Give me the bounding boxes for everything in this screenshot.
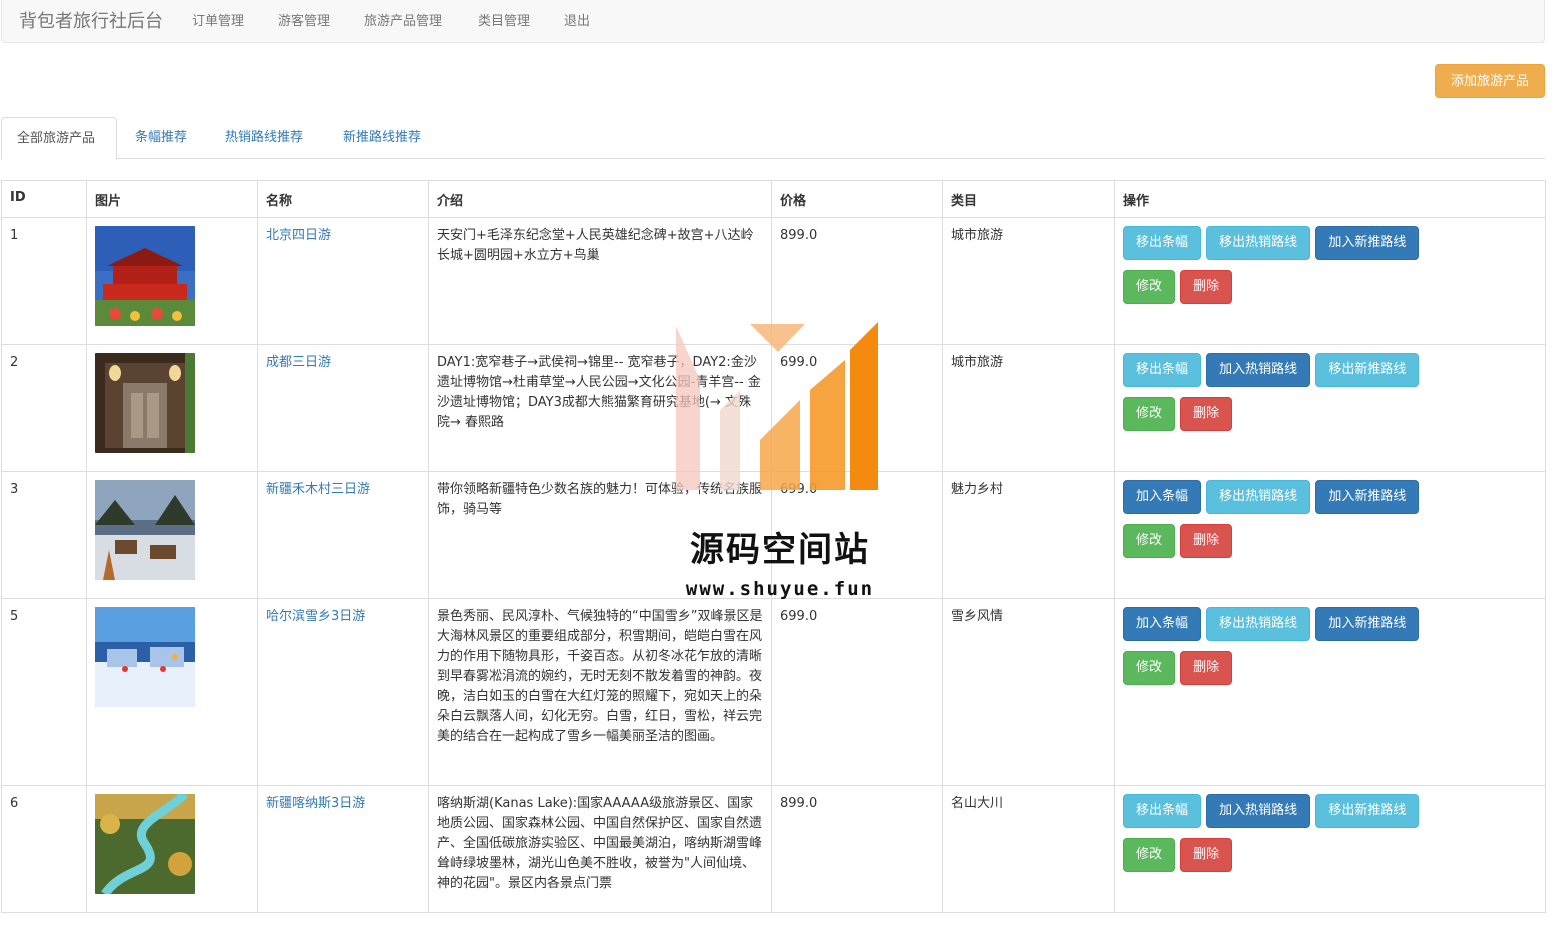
tab-new-routes[interactable]: 新推路线推荐 (328, 117, 436, 159)
cell-price: 899.0 (771, 785, 943, 913)
cell-image (86, 344, 258, 472)
remove-hot-route-button[interactable]: 移出热销路线 (1206, 607, 1311, 641)
table-row: 6 新疆喀纳斯3日游 喀纳斯湖(Kanas Lake):国家AAAAA级旅游景区… (1, 785, 1546, 913)
cell-id: 1 (1, 217, 87, 345)
remove-new-route-button[interactable]: 移出新推路线 (1315, 353, 1420, 387)
product-name-link[interactable]: 北京四日游 (266, 228, 331, 243)
cell-intro: 喀纳斯湖(Kanas Lake):国家AAAAA级旅游景区、国家地质公园、国家森… (428, 785, 772, 913)
nav-item-products[interactable]: 旅游产品管理 (364, 10, 442, 29)
nav-item-logout[interactable]: 退出 (564, 10, 590, 29)
table-header-row: ID 图片 名称 介绍 价格 类目 操作 (1, 180, 1546, 218)
table-row: 5 哈尔滨雪乡3日游 景色秀丽、民风淳朴、气候独特的“中国雪乡”双峰景区是大海林… (1, 598, 1546, 786)
product-thumbnail[interactable] (95, 226, 195, 326)
edit-button[interactable]: 修改 (1123, 838, 1176, 872)
remove-hot-route-button[interactable]: 移出热销路线 (1206, 480, 1311, 514)
cell-id: 6 (1, 785, 87, 913)
cell-actions: 加入条幅 移出热销路线 加入新推路线 修改 删除 (1114, 598, 1546, 786)
product-table: ID 图片 名称 介绍 价格 类目 操作 1 北京四日游 天安门+毛泽东纪念堂+… (1, 180, 1546, 913)
cell-id: 2 (1, 344, 87, 472)
tab-hot-routes[interactable]: 热销路线推荐 (210, 117, 318, 159)
add-hot-route-button[interactable]: 加入热销路线 (1206, 794, 1311, 828)
table-row: 3 新疆禾木村三日游 带你领略新疆特色少数名族的魅力！可体验，传统名族服饰，骑马… (1, 471, 1546, 599)
tab-banner[interactable]: 条幅推荐 (120, 117, 202, 159)
product-tabs: 全部旅游产品 条幅推荐 热销路线推荐 新推路线推荐 (1, 117, 1545, 160)
cell-name: 成都三日游 (257, 344, 429, 472)
delete-button[interactable]: 删除 (1180, 838, 1233, 872)
add-new-route-button[interactable]: 加入新推路线 (1315, 226, 1420, 260)
cell-category: 城市旅游 (942, 217, 1115, 345)
cell-actions: 移出条幅 加入热销路线 移出新推路线 修改 删除 (1114, 344, 1546, 472)
cell-actions: 移出条幅 加入热销路线 移出新推路线 修改 删除 (1114, 785, 1546, 913)
cell-intro: 带你领略新疆特色少数名族的魅力！可体验，传统名族服饰，骑马等 (428, 471, 772, 599)
cell-name: 哈尔滨雪乡3日游 (257, 598, 429, 786)
cell-category: 魅力乡村 (942, 471, 1115, 599)
header-intro: 介绍 (428, 180, 772, 218)
cell-actions: 加入条幅 移出热销路线 加入新推路线 修改 删除 (1114, 471, 1546, 599)
brand-title[interactable]: 背包者旅行社后台 (19, 7, 163, 33)
cell-intro: 天安门+毛泽东纪念堂+人民英雄纪念碑+故宫+八达岭长城+圆明园+水立方+鸟巢 (428, 217, 772, 345)
product-name-link[interactable]: 成都三日游 (266, 355, 331, 370)
cell-image (86, 471, 258, 599)
delete-button[interactable]: 删除 (1180, 397, 1233, 431)
cell-category: 名山大川 (942, 785, 1115, 913)
add-banner-button[interactable]: 加入条幅 (1123, 480, 1202, 514)
cell-image (86, 217, 258, 345)
cell-category: 雪乡风情 (942, 598, 1115, 786)
add-new-route-button[interactable]: 加入新推路线 (1315, 480, 1420, 514)
product-name-link[interactable]: 新疆喀纳斯3日游 (266, 796, 365, 811)
nav-item-orders[interactable]: 订单管理 (192, 10, 244, 29)
add-new-route-button[interactable]: 加入新推路线 (1315, 607, 1420, 641)
delete-button[interactable]: 删除 (1180, 524, 1233, 558)
product-thumbnail[interactable] (95, 353, 195, 453)
remove-new-route-button[interactable]: 移出新推路线 (1315, 794, 1420, 828)
edit-button[interactable]: 修改 (1123, 270, 1176, 304)
cell-id: 5 (1, 598, 87, 786)
header-name: 名称 (257, 180, 429, 218)
nav-item-categories[interactable]: 类目管理 (478, 10, 530, 29)
tab-all-products[interactable]: 全部旅游产品 (1, 117, 117, 160)
cell-price: 899.0 (771, 217, 943, 345)
edit-button[interactable]: 修改 (1123, 524, 1176, 558)
remove-hot-route-button[interactable]: 移出热销路线 (1206, 226, 1311, 260)
remove-banner-button[interactable]: 移出条幅 (1123, 353, 1202, 387)
header-actions: 操作 (1114, 180, 1546, 218)
product-name-link[interactable]: 哈尔滨雪乡3日游 (266, 609, 365, 624)
header-category: 类目 (942, 180, 1115, 218)
cell-name: 新疆禾木村三日游 (257, 471, 429, 599)
top-navbar: 背包者旅行社后台 订单管理 游客管理 旅游产品管理 类目管理 退出 (1, 0, 1545, 43)
cell-image (86, 785, 258, 913)
table-row: 2 成都三日游 DAY1:宽窄巷子→武侯祠→锦里-- 宽窄巷子，DAY2:金沙遗… (1, 344, 1546, 472)
header-image: 图片 (86, 180, 258, 218)
cell-category: 城市旅游 (942, 344, 1115, 472)
remove-banner-button[interactable]: 移出条幅 (1123, 226, 1202, 260)
cell-intro: DAY1:宽窄巷子→武侯祠→锦里-- 宽窄巷子，DAY2:金沙遗址博物馆→杜甫草… (428, 344, 772, 472)
edit-button[interactable]: 修改 (1123, 651, 1176, 685)
cell-name: 北京四日游 (257, 217, 429, 345)
remove-banner-button[interactable]: 移出条幅 (1123, 794, 1202, 828)
add-hot-route-button[interactable]: 加入热销路线 (1206, 353, 1311, 387)
add-banner-button[interactable]: 加入条幅 (1123, 607, 1202, 641)
delete-button[interactable]: 删除 (1180, 270, 1233, 304)
cell-price: 699.0 (771, 598, 943, 786)
cell-actions: 移出条幅 移出热销路线 加入新推路线 修改 删除 (1114, 217, 1546, 345)
cell-image (86, 598, 258, 786)
product-thumbnail[interactable] (95, 480, 195, 580)
delete-button[interactable]: 删除 (1180, 651, 1233, 685)
cell-price: 699.0 (771, 344, 943, 472)
cell-intro: 景色秀丽、民风淳朴、气候独特的“中国雪乡”双峰景区是大海林风景区的重要组成部分，… (428, 598, 772, 786)
cell-price: 699.0 (771, 471, 943, 599)
header-id: ID (1, 180, 87, 218)
add-product-button[interactable]: 添加旅游产品 (1435, 64, 1545, 98)
product-thumbnail[interactable] (95, 794, 195, 894)
table-row: 1 北京四日游 天安门+毛泽东纪念堂+人民英雄纪念碑+故宫+八达岭长城+圆明园+… (1, 217, 1546, 345)
edit-button[interactable]: 修改 (1123, 397, 1176, 431)
cell-name: 新疆喀纳斯3日游 (257, 785, 429, 913)
product-name-link[interactable]: 新疆禾木村三日游 (266, 482, 370, 497)
cell-id: 3 (1, 471, 87, 599)
product-thumbnail[interactable] (95, 607, 195, 707)
header-price: 价格 (771, 180, 943, 218)
nav-item-tourists[interactable]: 游客管理 (278, 10, 330, 29)
